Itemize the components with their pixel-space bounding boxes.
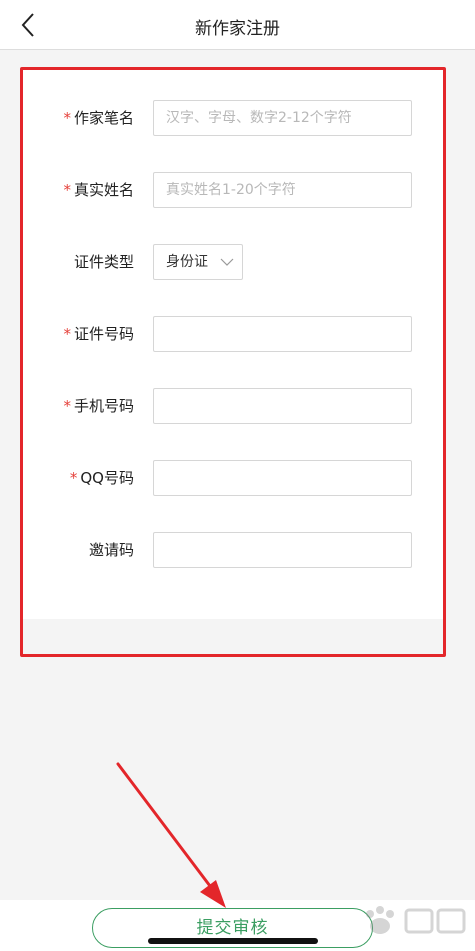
id-type-label-text: 证件类型 <box>73 253 134 271</box>
nav-header: 新作家注册 <box>0 0 475 50</box>
required-mark: * <box>63 109 71 127</box>
qq-label: * QQ号码 <box>22 460 134 496</box>
id-type-row: 证件类型 身份证 <box>22 244 444 280</box>
id-type-label: 证件类型 <box>22 244 134 280</box>
form-card: *作家笔名 *真实姓名 证件类型 身份证 *证件号码 <box>22 69 444 619</box>
phone-label: * 手机号码 <box>22 388 134 424</box>
chevron-down-icon <box>220 258 234 266</box>
invite-code-row: 邀请码 <box>22 532 444 568</box>
required-mark: * <box>63 181 71 199</box>
phone-input[interactable] <box>154 389 411 423</box>
required-mark: * <box>69 469 78 487</box>
required-mark: * <box>63 325 71 343</box>
real-name-row: * 真实姓名 <box>22 172 444 208</box>
qq-label-text: QQ号码 <box>80 469 134 487</box>
pen-name-input[interactable] <box>154 101 411 135</box>
id-number-field-box <box>153 316 412 352</box>
qq-row: * QQ号码 <box>22 460 444 496</box>
home-indicator <box>148 938 318 944</box>
real-name-label-text: 真实姓名 <box>73 181 134 199</box>
phone-row: * 手机号码 <box>22 388 444 424</box>
pen-name-label: * 作家笔名 <box>22 100 134 136</box>
registration-page: 新作家注册 *作家笔名 *真实姓名 证件类型 身份证 *证件 <box>0 0 475 951</box>
id-number-input[interactable] <box>154 317 411 351</box>
id-number-row: * 证件号码 <box>22 316 444 352</box>
id-number-label-text: 证件号码 <box>73 325 134 343</box>
required-mark: * <box>63 397 71 415</box>
qq-input[interactable] <box>154 461 411 495</box>
real-name-field-box <box>153 172 412 208</box>
real-name-label: * 真实姓名 <box>22 172 134 208</box>
pen-name-label-text: 作家笔名 <box>73 109 134 127</box>
id-number-label: * 证件号码 <box>22 316 134 352</box>
invite-code-label: 邀请码 <box>22 532 134 568</box>
qq-field-box <box>153 460 412 496</box>
real-name-input[interactable] <box>154 173 411 207</box>
id-type-selected-value: 身份证 <box>166 254 208 270</box>
phone-label-text: 手机号码 <box>73 397 134 415</box>
id-type-select[interactable]: 身份证 <box>153 244 243 280</box>
pen-name-row: * 作家笔名 <box>22 100 444 136</box>
page-title: 新作家注册 <box>195 19 280 39</box>
pen-name-field-box <box>153 100 412 136</box>
invite-code-label-text: 邀请码 <box>88 541 134 559</box>
invite-code-field-box <box>153 532 412 568</box>
invite-code-input[interactable] <box>154 533 411 567</box>
phone-field-box <box>153 388 412 424</box>
